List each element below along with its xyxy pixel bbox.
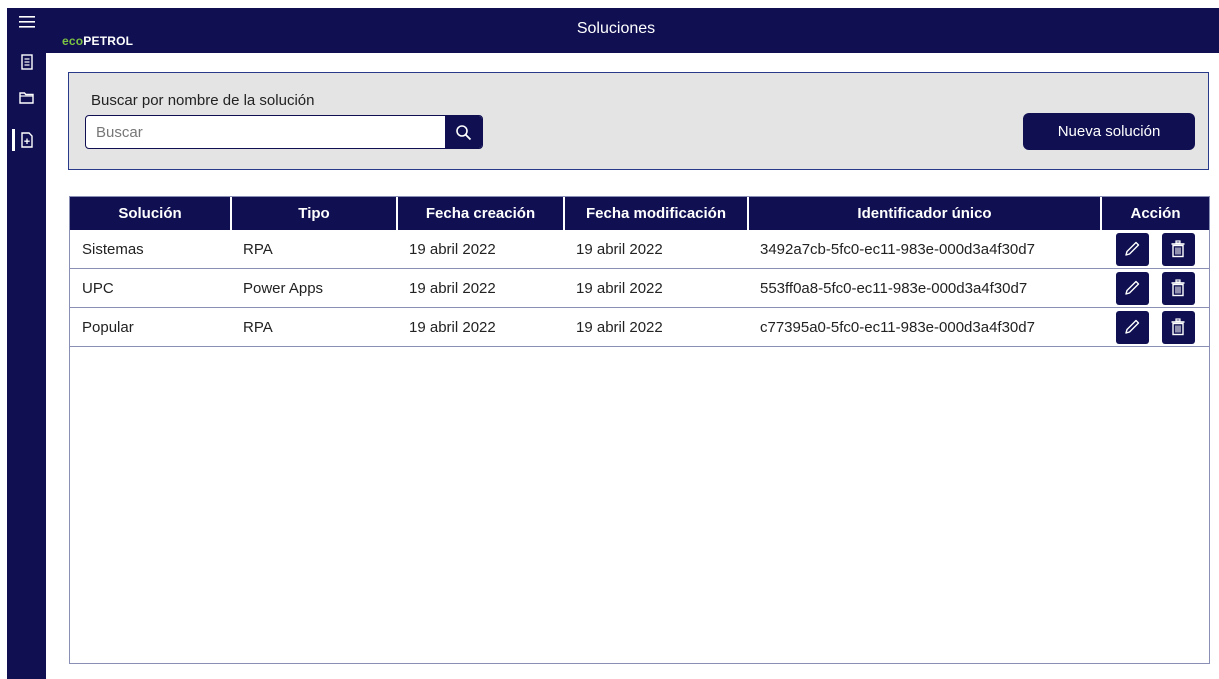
cell-identificador: 3492a7cb-5fc0-ec11-983e-000d3a4f30d7 — [748, 230, 1101, 269]
cell-fecha-modificacion: 19 abril 2022 — [564, 230, 748, 269]
solutions-table-container: Solución Tipo Fecha creación Fecha modif… — [69, 196, 1210, 664]
add-document-icon — [20, 132, 33, 148]
window-edge — [0, 0, 7, 679]
cell-fecha-creacion: 19 abril 2022 — [397, 230, 564, 269]
new-solution-button[interactable]: Nueva solución — [1023, 113, 1195, 150]
cell-tipo: RPA — [231, 230, 397, 269]
column-header-fecha-modificacion[interactable]: Fecha modificación — [564, 197, 749, 230]
column-header-fecha-creacion[interactable]: Fecha creación — [397, 197, 565, 230]
cell-identificador: 553ff0a8-5fc0-ec11-983e-000d3a4f30d7 — [748, 268, 1101, 308]
table-row[interactable]: Sistemas RPA 19 abril 2022 19 abril 2022… — [70, 230, 1209, 269]
cell-solucion: Sistemas — [70, 230, 231, 269]
search-label: Buscar por nombre de la solución — [91, 92, 315, 109]
search-icon — [456, 124, 472, 140]
cell-solucion: Popular — [70, 307, 231, 347]
column-header-accion: Acción — [1101, 197, 1209, 230]
trash-icon — [1171, 240, 1185, 258]
search-box — [85, 115, 483, 149]
edit-button[interactable] — [1115, 232, 1149, 266]
trash-icon — [1171, 279, 1185, 297]
trash-icon — [1171, 318, 1185, 336]
delete-button[interactable] — [1161, 310, 1195, 344]
hamburger-menu-icon — [18, 16, 35, 28]
cell-fecha-creacion: 19 abril 2022 — [397, 307, 564, 347]
column-header-tipo[interactable]: Tipo — [231, 197, 398, 230]
cell-solucion: UPC — [70, 268, 231, 308]
delete-button[interactable] — [1161, 232, 1195, 266]
search-button[interactable] — [445, 116, 482, 148]
edit-button[interactable] — [1115, 271, 1149, 305]
column-header-solucion[interactable]: Solución — [70, 197, 232, 230]
table-row[interactable]: UPC Power Apps 19 abril 2022 19 abril 20… — [70, 268, 1209, 308]
menu-button[interactable] — [7, 8, 46, 36]
cell-fecha-creacion: 19 abril 2022 — [397, 268, 564, 308]
table-row[interactable]: Popular RPA 19 abril 2022 19 abril 2022 … — [70, 307, 1209, 347]
cell-actions — [1101, 268, 1209, 308]
document-list-icon — [20, 54, 33, 70]
pencil-icon — [1125, 241, 1140, 256]
column-header-identificador[interactable]: Identificador único — [748, 197, 1102, 230]
nav-item-folders[interactable] — [7, 83, 46, 111]
search-input[interactable] — [86, 116, 446, 148]
cell-tipo: RPA — [231, 307, 397, 347]
side-rail — [7, 8, 46, 679]
solutions-table: Solución Tipo Fecha creación Fecha modif… — [70, 197, 1209, 347]
folder-icon — [19, 91, 34, 104]
top-bar: eco PETROL Soluciones — [46, 8, 1219, 53]
cell-fecha-modificacion: 19 abril 2022 — [564, 268, 748, 308]
page-title: Soluciones — [576, 20, 656, 37]
delete-button[interactable] — [1161, 271, 1195, 305]
pencil-icon — [1125, 319, 1140, 334]
nav-item-documents[interactable] — [7, 48, 46, 76]
search-panel: Buscar por nombre de la solución Nueva s… — [68, 72, 1209, 170]
edit-button[interactable] — [1115, 310, 1149, 344]
cell-identificador: c77395a0-5fc0-ec11-983e-000d3a4f30d7 — [748, 307, 1101, 347]
cell-fecha-modificacion: 19 abril 2022 — [564, 307, 748, 347]
table-header-row: Solución Tipo Fecha creación Fecha modif… — [70, 197, 1209, 230]
nav-item-solutions[interactable] — [7, 126, 46, 154]
cell-actions — [1101, 307, 1209, 347]
pencil-icon — [1125, 280, 1140, 295]
cell-actions — [1101, 230, 1209, 269]
cell-tipo: Power Apps — [231, 268, 397, 308]
